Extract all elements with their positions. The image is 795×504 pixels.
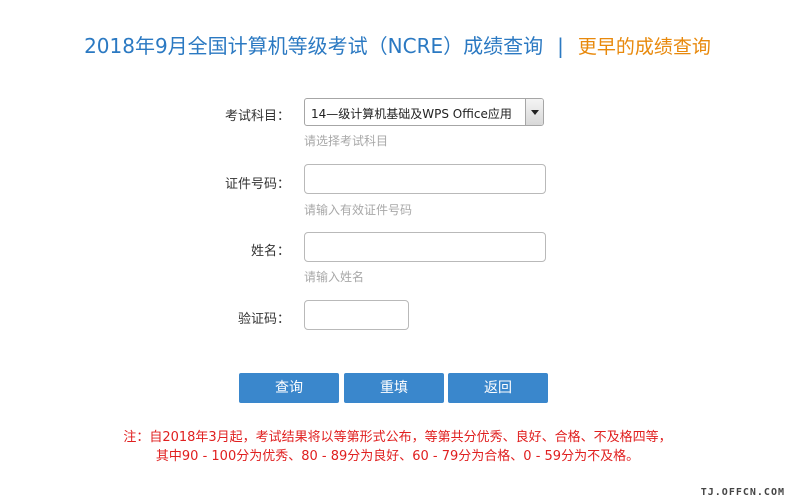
subject-selected-value: 14—级计算机基础及WPS Office应用	[311, 107, 512, 121]
chevron-down-icon	[530, 109, 539, 115]
header-separator: |	[557, 34, 564, 58]
id-number-input[interactable]	[304, 164, 546, 194]
name-hint: 请输入姓名	[304, 270, 365, 284]
id-number-hint: 请输入有效证件号码	[304, 203, 413, 217]
dropdown-arrow[interactable]	[525, 99, 543, 125]
subject-select[interactable]: 14—级计算机基础及WPS Office应用	[304, 98, 544, 126]
captcha-input[interactable]	[304, 300, 409, 330]
subject-label: 考试科目：	[224, 109, 290, 124]
name-label: 姓名：	[250, 244, 290, 259]
note-line-1: 注：自2018年3月起，考试结果将以等第形式公布，等第共分优秀、良好、合格、不及…	[123, 430, 672, 445]
name-input[interactable]	[304, 232, 546, 262]
earlier-scores-link[interactable]: 更早的成绩查询	[578, 36, 711, 58]
site-watermark: TJ.OFFCN.COM	[700, 487, 785, 498]
note-line-2: 其中90 - 100分为优秀、80 - 89分为良好、60 - 79分为合格、0…	[155, 449, 640, 464]
captcha-label: 验证码：	[237, 312, 290, 327]
back-button[interactable]: 返回	[448, 373, 548, 403]
subject-hint: 请选择考试科目	[304, 134, 389, 148]
query-button[interactable]: 查询	[239, 373, 339, 403]
reset-button[interactable]: 重填	[344, 373, 444, 403]
page-header: 2018年9月全国计算机等级考试（NCRE）成绩查询 | 更早的成绩查询	[0, 30, 795, 59]
id-number-label: 证件号码：	[224, 177, 290, 192]
page-title: 2018年9月全国计算机等级考试（NCRE）成绩查询	[84, 34, 544, 58]
